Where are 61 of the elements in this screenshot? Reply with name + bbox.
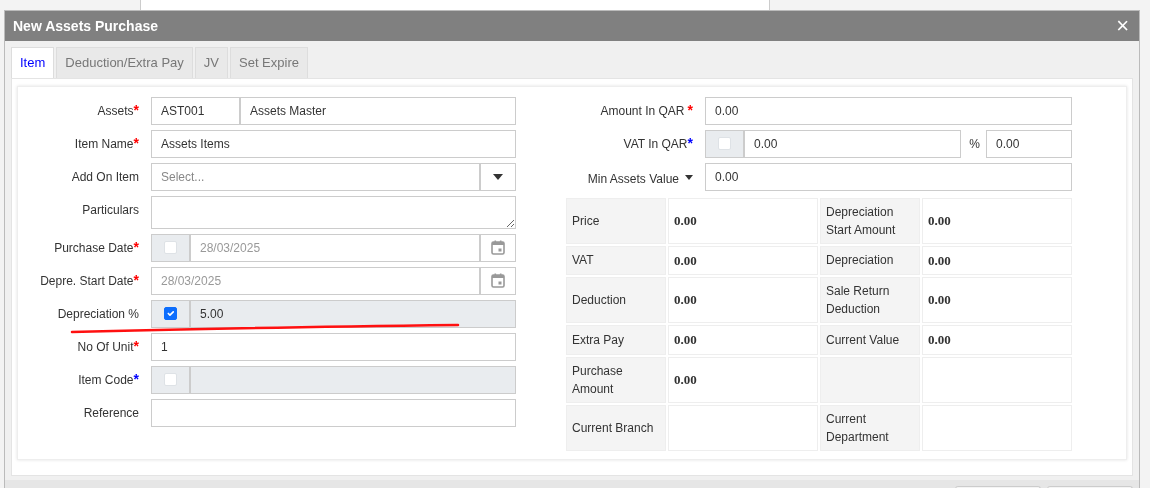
summary-label: Sale Return Deduction bbox=[820, 277, 920, 323]
calendar-icon bbox=[491, 240, 505, 255]
summary-label: Current Department bbox=[820, 404, 920, 451]
field-label: Add On Item bbox=[70, 168, 139, 186]
summary-value: 0.00 bbox=[668, 325, 818, 355]
input-field[interactable]: 0.00 bbox=[986, 129, 1072, 158]
caret-icon bbox=[493, 173, 503, 180]
field-label: Particulars bbox=[81, 201, 139, 219]
checkbox[interactable] bbox=[164, 307, 177, 320]
field-label: Item Code* bbox=[77, 369, 139, 389]
summary-value: 0.00 bbox=[668, 245, 818, 275]
tab[interactable]: Set Expire bbox=[230, 47, 308, 78]
summary-value: 0.00 bbox=[668, 277, 818, 323]
field-label: Depre. Start Date* bbox=[39, 270, 139, 290]
input-field[interactable]: 1 bbox=[151, 332, 516, 361]
summary-label: Extra Pay bbox=[566, 325, 666, 355]
summary-value: 0.00 bbox=[922, 325, 1072, 355]
input-field[interactable]: 0.00 bbox=[744, 129, 962, 158]
tab[interactable]: Item bbox=[11, 47, 55, 78]
field-label: VAT In QAR* bbox=[622, 133, 693, 153]
textarea-field[interactable] bbox=[151, 195, 516, 229]
input-field[interactable]: 5.00 bbox=[190, 299, 516, 328]
field-label: Assets* bbox=[96, 100, 139, 120]
caret-icon bbox=[685, 174, 693, 180]
input-field[interactable]: AST001 bbox=[151, 96, 240, 125]
field-label: Amount In QAR * bbox=[599, 100, 693, 120]
field-label-dropdown[interactable]: Min Assets Value bbox=[566, 162, 693, 191]
summary-value: 0.00 bbox=[922, 277, 1072, 323]
field-label: Depreciation % bbox=[56, 305, 139, 323]
summary-value: 0.00 bbox=[922, 245, 1072, 275]
input-field[interactable]: 0.00 bbox=[705, 162, 1072, 191]
field-label: Reference bbox=[82, 404, 139, 422]
summary-value: 0.00 bbox=[668, 356, 818, 403]
summary-label: Purchase Amount bbox=[566, 356, 666, 403]
summary-label: VAT bbox=[566, 245, 666, 275]
summary-label: Price bbox=[566, 197, 666, 244]
calendar-icon bbox=[491, 273, 505, 288]
date-picker-button[interactable] bbox=[480, 266, 516, 295]
input-field[interactable]: Assets Items bbox=[151, 129, 516, 158]
input-field[interactable] bbox=[190, 365, 516, 394]
input-field[interactable] bbox=[151, 398, 516, 427]
field-label: No Of Unit* bbox=[76, 336, 139, 356]
summary-label: Depreciation Start Amount bbox=[820, 197, 920, 244]
field-label: Item Name* bbox=[73, 133, 139, 153]
dialog-title: New Assets Purchase bbox=[13, 16, 158, 36]
summary-label: Current Branch bbox=[566, 404, 666, 451]
summary-label: Depreciation bbox=[820, 245, 920, 275]
close-button[interactable]: × bbox=[1114, 15, 1131, 37]
summary-value: 0.00 bbox=[668, 197, 818, 244]
dropdown-button[interactable] bbox=[480, 162, 516, 191]
summary-label: Current Value bbox=[820, 325, 920, 355]
select-field[interactable]: Select... bbox=[151, 162, 480, 191]
field-label: Purchase Date* bbox=[53, 237, 139, 257]
input-field[interactable]: Assets Master bbox=[240, 96, 516, 125]
input-field[interactable]: 0.00 bbox=[705, 96, 1072, 125]
summary-value: 0.00 bbox=[922, 197, 1072, 244]
summary-label: Deduction bbox=[566, 277, 666, 323]
unit-label: % bbox=[968, 135, 981, 153]
date-picker-button[interactable] bbox=[480, 233, 516, 262]
tab[interactable]: JV bbox=[194, 47, 228, 78]
tab[interactable]: Deduction/Extra Pay bbox=[56, 47, 193, 78]
